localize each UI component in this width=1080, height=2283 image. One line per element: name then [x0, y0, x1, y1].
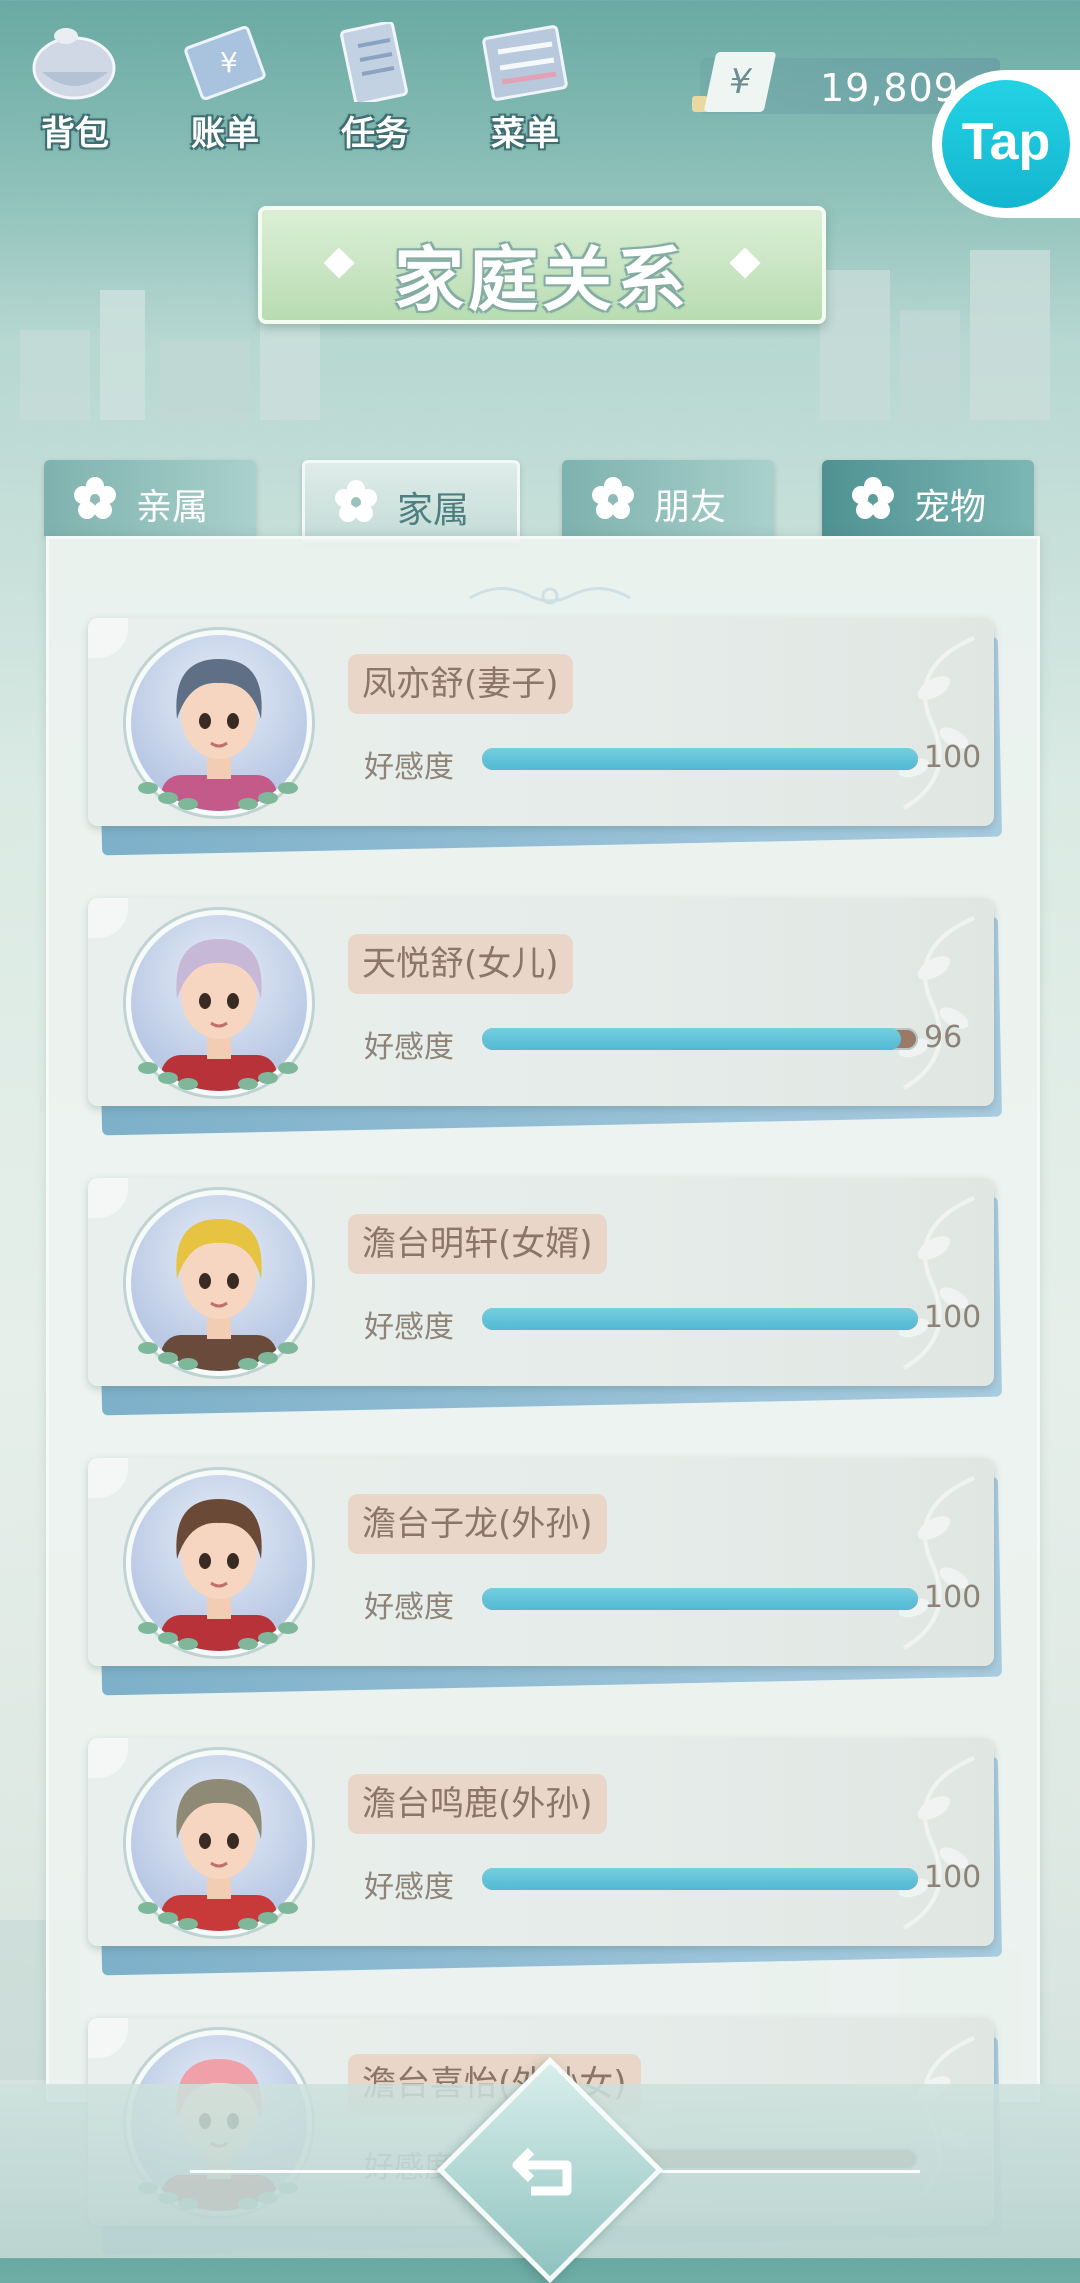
leaf-ornament-icon [898, 1196, 975, 1370]
flower-icon [74, 477, 116, 519]
menu-label: 菜单 [491, 114, 559, 154]
card-corner [88, 1458, 128, 1498]
divider [660, 2170, 920, 2173]
flower-icon [335, 480, 377, 522]
tab-pets[interactable]: 宠物 [822, 460, 1034, 536]
task-label: 任务 [341, 114, 409, 154]
affection-label: 好感度 [364, 1310, 454, 1345]
affection-bar [482, 1868, 918, 1890]
leaf-wreath-icon [138, 782, 298, 810]
family-member-card[interactable]: 澹台子龙(外孙) 好感度 100 [88, 1458, 1002, 1696]
card-corner [88, 1178, 128, 1218]
affection-bar-fill [482, 1308, 918, 1330]
affection-value: 96 [924, 1020, 963, 1055]
leaf-wreath-icon [138, 1062, 298, 1090]
money-amount: 19,809 [820, 66, 959, 110]
affection-bar [482, 1588, 918, 1610]
leaf-wreath-icon [138, 1622, 298, 1650]
tab-relatives[interactable]: 亲属 [44, 460, 256, 536]
affection-bar [482, 1028, 918, 1050]
bag-label: 背包 [41, 114, 109, 154]
member-name: 澹台明轩(女婿) [348, 1214, 607, 1274]
leaf-ornament-icon [898, 1756, 975, 1930]
tap-icon: Tap [942, 80, 1070, 208]
tab-label: 亲属 [136, 487, 209, 528]
tab-family[interactable]: 家属 [302, 460, 520, 542]
tab-label: 朋友 [654, 487, 727, 528]
card-corner [88, 1738, 128, 1778]
affection-value: 100 [924, 1580, 982, 1615]
svg-text:¥: ¥ [220, 46, 238, 79]
affection-bar-fill [482, 1588, 918, 1610]
member-name: 凤亦舒(妻子) [348, 654, 573, 714]
bill-button[interactable]: ¥ 账单 [160, 14, 290, 154]
affection-label: 好感度 [364, 1030, 454, 1065]
page-title: 家庭关系 [394, 239, 690, 321]
affection-bar [482, 748, 918, 770]
menu-button[interactable]: 菜单 [460, 14, 590, 154]
bill-label: 账单 [191, 114, 259, 154]
affection-label: 好感度 [364, 1590, 454, 1625]
family-member-card[interactable]: 澹台鸣鹿(外孙) 好感度 100 [88, 1738, 1002, 1976]
leaf-wreath-icon [138, 1902, 298, 1930]
bag-button[interactable]: 背包 [10, 14, 140, 154]
back-arrow-icon [512, 2147, 572, 2196]
page-title-banner: 家庭关系 [258, 206, 826, 324]
bag-icon [32, 28, 116, 100]
card-corner [88, 618, 128, 658]
divider [190, 2170, 450, 2173]
leaf-wreath-icon [138, 1342, 298, 1370]
flower-icon [852, 477, 894, 519]
bill-icon: ¥ [184, 25, 266, 101]
affection-value: 100 [924, 1300, 982, 1335]
tab-label: 宠物 [914, 487, 987, 528]
tap-badge[interactable]: Tap [932, 70, 1080, 218]
member-name: 澹台子龙(外孙) [348, 1494, 607, 1554]
leaf-ornament-icon [898, 1476, 975, 1650]
leaf-ornament-icon [898, 636, 975, 810]
affection-label: 好感度 [364, 1870, 454, 1905]
affection-value: 100 [924, 740, 982, 775]
tab-label: 家属 [397, 490, 470, 531]
task-button[interactable]: 任务 [310, 14, 440, 154]
family-member-card[interactable]: 澹台明轩(女婿) 好感度 100 [88, 1178, 1002, 1416]
flower-icon [592, 477, 634, 519]
affection-bar-fill [482, 1028, 901, 1050]
member-name: 澹台鸣鹿(外孙) [348, 1774, 607, 1834]
affection-bar-fill [482, 748, 918, 770]
affection-label: 好感度 [364, 750, 454, 785]
family-member-card[interactable]: 凤亦舒(妻子) 好感度 100 [88, 618, 1002, 856]
member-name: 天悦舒(女儿) [348, 934, 573, 994]
card-corner [88, 2018, 128, 2058]
leaf-ornament-icon [898, 916, 975, 1090]
tab-friends[interactable]: 朋友 [562, 460, 774, 536]
family-member-card[interactable]: 天悦舒(女儿) 好感度 96 [88, 898, 1002, 1136]
ornament-icon [469, 586, 631, 605]
task-icon [340, 22, 408, 102]
affection-value: 100 [924, 1860, 982, 1895]
menu-icon [482, 25, 568, 101]
affection-bar-fill [482, 1868, 918, 1890]
card-corner [88, 898, 128, 938]
affection-bar [482, 1308, 918, 1330]
yen-icon: ¥ [703, 52, 777, 112]
